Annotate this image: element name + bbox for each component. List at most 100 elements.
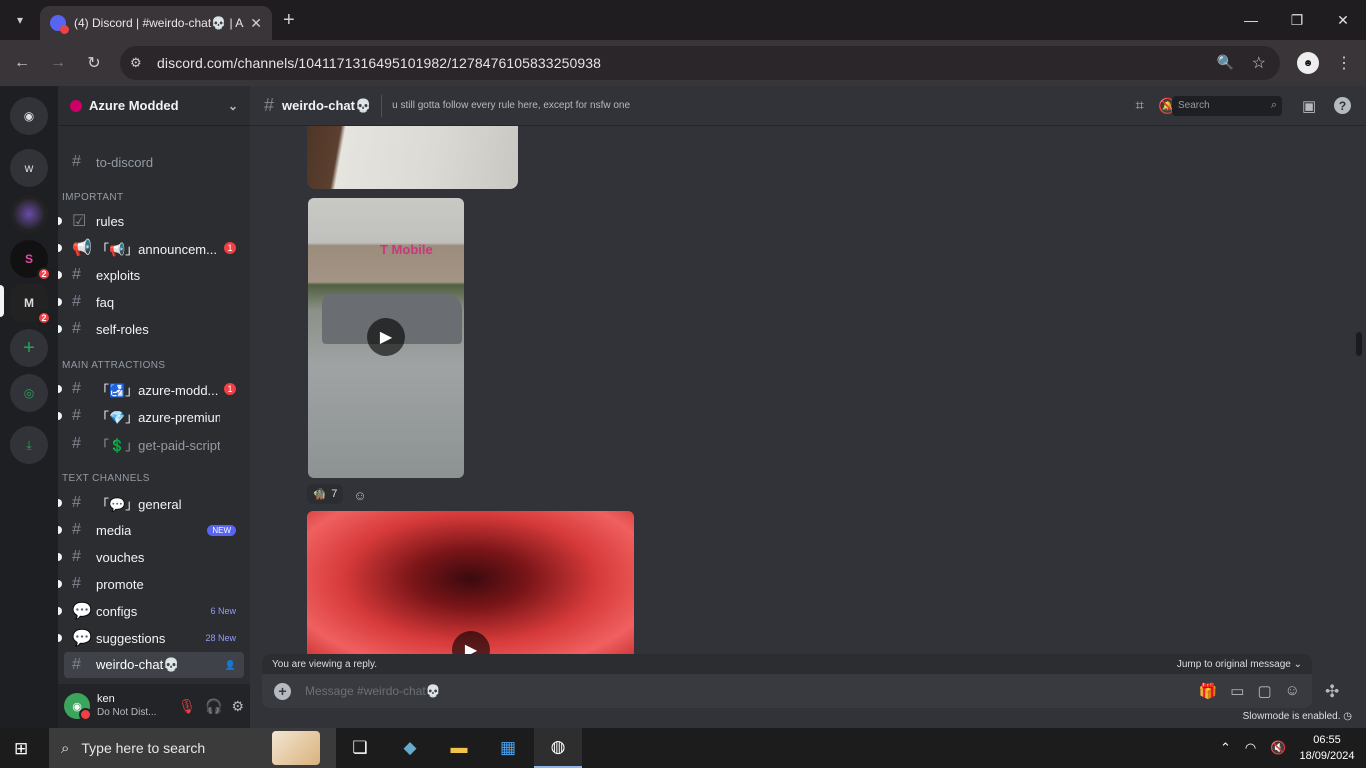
gift-icon[interactable]: 🎁 xyxy=(1199,682,1218,700)
new-tab-button[interactable]: + xyxy=(283,8,301,32)
browser-menu-icon[interactable]: ⋮ xyxy=(1336,53,1352,73)
explore-compass-icon[interactable]: ◎ xyxy=(10,374,48,412)
reaction-pill[interactable]: 🧌 7 xyxy=(307,484,343,504)
file-explorer-icon[interactable]: ▬ xyxy=(435,728,483,768)
channel-to-discord[interactable]: # to-discord xyxy=(64,149,244,175)
user-panel: ◉ ken Do Not Dist... 🎙 🎧 ⚙ xyxy=(58,684,250,728)
mic-muted-icon[interactable]: 🎙 xyxy=(178,698,196,715)
emoji-icon[interactable]: ☺ xyxy=(1285,682,1300,700)
search-input[interactable]: Search ⌕ xyxy=(1172,96,1282,116)
taskbar-search-input[interactable]: ⌕ Type here to search xyxy=(49,728,336,768)
chrome-icon[interactable]: ◍ xyxy=(534,728,582,768)
channel-label: to-discord xyxy=(96,154,154,170)
browser-tab[interactable]: (4) Discord | #weirdo-chat💀 | Azure Modd… xyxy=(40,6,272,40)
chevron-up-icon[interactable]: ⌃ xyxy=(1220,740,1231,756)
server-w[interactable]: w xyxy=(10,149,48,187)
url-text[interactable]: discord.com/channels/1041171316495101982… xyxy=(157,55,601,71)
jump-to-original-button[interactable]: Jump to original message ⌄ xyxy=(1177,659,1302,670)
help-icon[interactable]: ? xyxy=(1334,97,1351,114)
channel-suggestions[interactable]: 💬 suggestions 28 New xyxy=(58,625,244,651)
unread-dot xyxy=(58,217,62,225)
site-info-icon[interactable]: ⚙ xyxy=(130,55,142,71)
sticker-icon[interactable]: ▢ xyxy=(1257,682,1271,700)
hash-icon: # xyxy=(72,494,81,511)
taskbar-clock[interactable]: 06:55 18/09/2024 xyxy=(1297,732,1357,764)
message-list[interactable]: T Mobile ▶ 🧌 7 ☺ ▶ xyxy=(250,126,1366,656)
back-arrow-icon[interactable]: ← xyxy=(10,51,34,75)
channel-weirdo-chat[interactable]: # weirdo-chat💀 👤 xyxy=(64,652,244,678)
channel-rules[interactable]: ☑ rules xyxy=(58,208,244,234)
add-server-icon[interactable]: + xyxy=(10,329,48,367)
channel-label: 「💎」azure-premium xyxy=(96,409,220,425)
channel-media[interactable]: # media NEW xyxy=(58,517,244,543)
network-icon[interactable]: ◠ xyxy=(1245,740,1256,756)
server-icon-3[interactable]: S2 xyxy=(10,240,51,281)
download-icon[interactable]: ⤓ xyxy=(10,426,48,464)
guild-header[interactable]: Azure Modded ⌄ xyxy=(58,86,250,126)
server-azure-modded[interactable]: M2 xyxy=(10,284,51,325)
volume-muted-icon[interactable]: 🔇 xyxy=(1270,740,1286,756)
channel-vouches[interactable]: # vouches xyxy=(58,544,244,570)
add-reaction-icon[interactable]: ☺ xyxy=(351,486,369,504)
server-icon-2[interactable] xyxy=(10,195,48,233)
threads-icon[interactable]: ⌗ xyxy=(1135,97,1143,115)
channel-promote[interactable]: # promote xyxy=(58,571,244,597)
unread-dot xyxy=(58,271,62,279)
image-attachment[interactable] xyxy=(307,126,518,189)
gif-icon[interactable]: ▭ xyxy=(1230,682,1244,700)
chevron-down-icon[interactable]: ⌄ xyxy=(228,99,238,113)
tab-search-button[interactable]: ▾ xyxy=(8,8,32,32)
channel-configs[interactable]: 💬 configs 6 New xyxy=(58,598,244,624)
minimize-button[interactable]: — xyxy=(1228,0,1274,40)
hash-icon: # xyxy=(72,153,81,170)
forward-arrow-icon[interactable]: → xyxy=(46,51,70,75)
message-input[interactable]: Message #weirdo-chat💀 xyxy=(305,684,441,698)
channel-azure-premium[interactable]: # 「💎」azure-premium xyxy=(58,403,244,429)
windows-start-icon[interactable]: ⊞ xyxy=(14,739,28,759)
channel-announcements[interactable]: 📢 「📢」announcem... 1 xyxy=(58,235,244,261)
channel-label: media xyxy=(96,522,132,538)
gear-icon[interactable]: ⚙ xyxy=(231,698,244,715)
play-icon[interactable]: ▶ xyxy=(367,318,405,356)
channel-faq[interactable]: # faq xyxy=(58,289,244,315)
announcement-icon: 📢 xyxy=(72,240,92,257)
inbox-icon[interactable]: ▣ xyxy=(1302,97,1316,115)
unread-dot xyxy=(58,385,62,393)
task-view-icon[interactable]: ❏ xyxy=(336,728,384,768)
channel-general[interactable]: # 「💬」general xyxy=(58,490,244,516)
channel-azure-modded[interactable]: # 「🛃」azure-modd... 1 xyxy=(58,376,244,402)
category-main-attractions[interactable]: MAIN ATTRACTIONS xyxy=(62,360,165,371)
window-close-button[interactable]: ✕ xyxy=(1320,0,1366,40)
app-launcher-icon[interactable]: ✣ xyxy=(1325,682,1339,702)
discord-home-icon[interactable]: ◉ xyxy=(10,97,48,135)
channel-header: # weirdo-chat💀 u still gotta follow ever… xyxy=(250,86,1366,126)
attach-plus-icon[interactable]: + xyxy=(274,682,291,700)
channel-get-paid-script[interactable]: # 「💲」get-paid-script xyxy=(64,431,244,457)
channel-topic[interactable]: u still gotta follow every rule here, ex… xyxy=(392,100,630,111)
reload-icon[interactable]: ↻ xyxy=(82,51,106,75)
avatar[interactable]: ◉ xyxy=(64,693,92,721)
video-attachment[interactable]: ▶ xyxy=(307,511,634,656)
play-icon[interactable]: ▶ xyxy=(452,631,490,656)
profile-avatar-icon[interactable]: ☻ xyxy=(1297,52,1319,74)
rules-check-icon: ☑ xyxy=(72,213,87,230)
channel-self-roles[interactable]: # self-roles xyxy=(58,316,244,342)
category-text-channels[interactable]: TEXT CHANNELS xyxy=(62,473,150,484)
headphones-icon[interactable]: 🎧 xyxy=(205,698,222,715)
zoom-icon[interactable]: 🔍 xyxy=(1217,54,1234,71)
store-icon[interactable]: ▦ xyxy=(484,728,532,768)
channel-exploits[interactable]: # exploits xyxy=(58,262,244,288)
hash-icon: # xyxy=(72,266,81,283)
tab-close-button[interactable]: ✕ xyxy=(250,15,262,32)
video-attachment[interactable]: T Mobile ▶ xyxy=(308,198,464,478)
taskbar: ⊞ ⌕ Type here to search ❏ ◆ ▬ ▦ ◍ ⌃ ◠ 🔇 … xyxy=(0,728,1366,768)
scrollbar[interactable] xyxy=(1356,332,1362,356)
bookmark-star-icon[interactable]: ☆ xyxy=(1252,53,1266,73)
copilot-icon[interactable]: ◆ xyxy=(386,728,434,768)
omnibox[interactable]: ⚙ discord.com/channels/10411713164951019… xyxy=(120,46,1280,80)
user-info[interactable]: ken Do Not Dist... xyxy=(97,693,156,719)
category-important[interactable]: IMPORTANT xyxy=(62,192,124,203)
message-composer[interactable]: + Message #weirdo-chat💀 🎁 ▭ ▢ ☺ xyxy=(262,674,1312,708)
invite-icon[interactable]: 👤 xyxy=(225,660,236,671)
restore-button[interactable]: ❐ xyxy=(1274,0,1320,40)
